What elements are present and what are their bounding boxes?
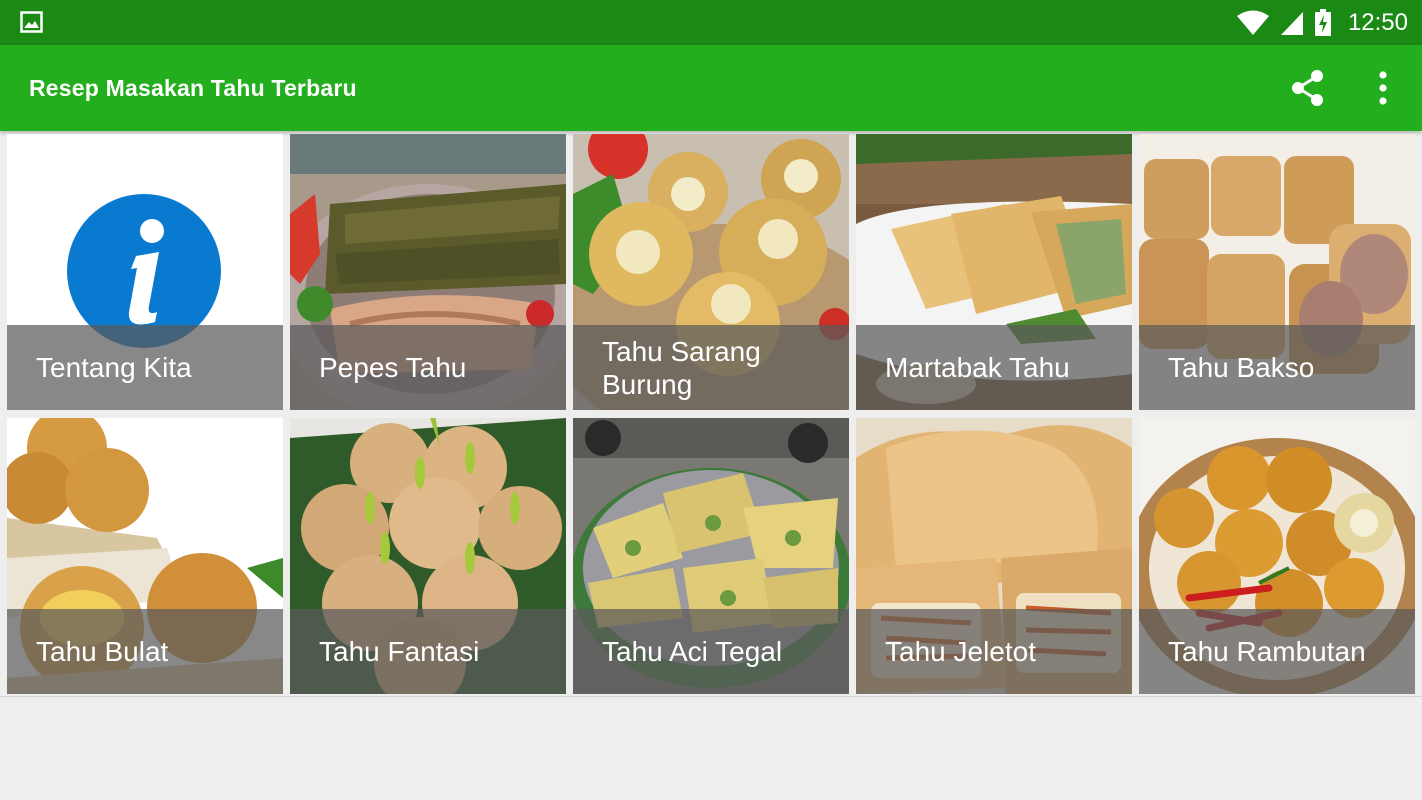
- grid-item-tahu-aci-tegal[interactable]: Tahu Aci Tegal: [573, 418, 849, 694]
- app-bar: Resep Masakan Tahu Terbaru: [0, 45, 1422, 131]
- grid-item-tahu-sarang-burung[interactable]: Tahu Sarang Burung: [573, 134, 849, 410]
- app-title: Resep Masakan Tahu Terbaru: [29, 75, 357, 101]
- grid-item-label: Tahu Aci Tegal: [602, 636, 783, 667]
- grid-item-label: Tahu Jeletot: [885, 636, 1036, 667]
- grid-item-martabak-tahu[interactable]: Martabak Tahu: [856, 134, 1132, 410]
- status-bar: 12:50: [0, 0, 1422, 45]
- cell-signal-icon: [1280, 11, 1303, 35]
- status-time: 12:50: [1347, 8, 1408, 36]
- battery-charging-icon: [1314, 8, 1331, 36]
- grid-item-label: Martabak Tahu: [885, 352, 1070, 383]
- divider: [0, 696, 1422, 697]
- grid-item-label: Tahu Bakso: [1168, 352, 1315, 383]
- grid-item-tahu-fantasi[interactable]: Tahu Fantasi: [290, 418, 566, 694]
- wifi-icon: [1236, 10, 1269, 35]
- grid-item-tahu-bulat[interactable]: Tahu Bulat: [7, 418, 283, 694]
- grid-item-pepes-tahu[interactable]: Pepes Tahu: [290, 134, 566, 410]
- recipe-grid: Tentang Kita Pepes Tahu Tahu Sarang Buru…: [7, 134, 1415, 694]
- grid-item-label: Tentang Kita: [36, 352, 192, 383]
- more-vert-icon[interactable]: [1370, 69, 1396, 107]
- grid-item-tentang-kita[interactable]: Tentang Kita: [7, 134, 283, 410]
- image-notification-icon: [20, 11, 43, 33]
- grid-item-label: Tahu Bulat: [36, 636, 169, 667]
- grid-item-label: Tahu Sarang Burung: [602, 335, 761, 400]
- grid-item-tahu-bakso[interactable]: Tahu Bakso: [1139, 134, 1415, 410]
- grid-item-tahu-jeletot[interactable]: Tahu Jeletot: [856, 418, 1132, 694]
- share-icon[interactable]: [1289, 69, 1327, 107]
- grid-item-label: Tahu Fantasi: [319, 636, 480, 667]
- grid-item-label: Pepes Tahu: [319, 352, 467, 383]
- grid-item-label: Tahu Rambutan: [1168, 636, 1366, 667]
- grid-item-tahu-rambutan[interactable]: Tahu Rambutan: [1139, 418, 1415, 694]
